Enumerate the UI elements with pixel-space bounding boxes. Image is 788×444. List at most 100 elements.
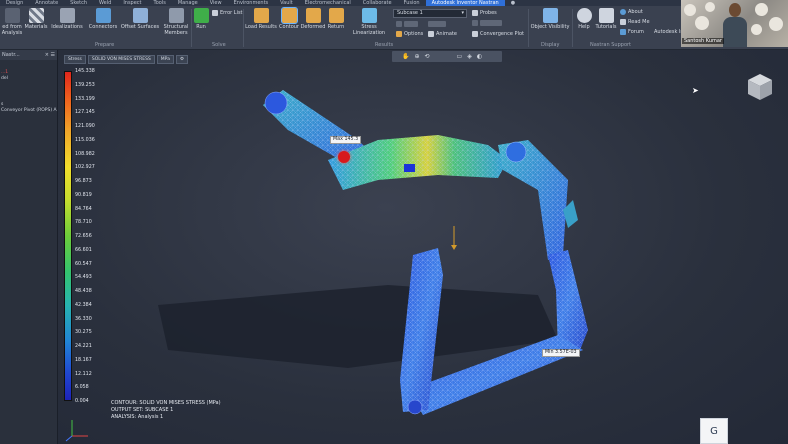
- stress-linearization-button[interactable]: Stress Linearization: [346, 8, 392, 36]
- load-results-button[interactable]: Load Results: [245, 8, 277, 30]
- info-icon: [620, 9, 626, 15]
- button-label: Materials: [24, 24, 48, 30]
- idealizations-icon: [59, 8, 75, 23]
- max-stress-marker: [338, 151, 350, 163]
- load-results-icon: [253, 8, 269, 23]
- connectors-icon: [95, 8, 111, 23]
- legend-value: 102.927: [75, 165, 95, 171]
- probes-button[interactable]: Probes: [472, 10, 497, 16]
- tool-icon: [472, 20, 478, 26]
- contour-button[interactable]: Contour: [278, 7, 300, 30]
- legend-value: 36.330: [75, 316, 92, 322]
- button-label: Contour: [279, 24, 299, 30]
- button-label: Structural Members: [163, 24, 189, 36]
- offset-surfaces-button[interactable]: Offset Surfaces: [120, 8, 160, 30]
- return-icon: [328, 8, 344, 23]
- read-me-button[interactable]: Read Me: [620, 19, 650, 25]
- browser-controls[interactable]: × ☰: [45, 52, 55, 58]
- button-label: Load Results: [245, 24, 277, 30]
- analysis-info: ANALYSIS: Analysis 1: [111, 414, 164, 420]
- materials-button[interactable]: Materials: [24, 8, 48, 30]
- return-button[interactable]: Return: [327, 8, 345, 30]
- legend-value: 54.493: [75, 275, 92, 281]
- error-list-button[interactable]: Error List: [212, 10, 243, 16]
- tool-icon: [396, 21, 402, 27]
- error-list-icon: [212, 10, 218, 16]
- app-window: Design Annotate Sketch Weld Inspect Tools Mana…: [0, 0, 788, 444]
- browser-header: Nastr... × ☰: [0, 50, 57, 60]
- run-button[interactable]: Run: [192, 8, 210, 30]
- start-from-analysis-button[interactable]: ed from Analysis: [0, 8, 24, 36]
- axis-triad-icon: [65, 420, 88, 442]
- autodesk-label: Autodesk In: [654, 29, 684, 35]
- button-label: Run: [196, 24, 206, 30]
- tutorials-button[interactable]: Tutorials: [594, 8, 618, 30]
- ribbon-separator: [528, 9, 529, 47]
- stress-linearization-icon: [361, 8, 377, 23]
- fea-model-view[interactable]: [58, 50, 788, 444]
- offset-surfaces-icon: [132, 8, 148, 23]
- background-ball: [705, 2, 715, 12]
- deformed-button[interactable]: Deformed: [301, 8, 325, 30]
- stress-legend-bar: [64, 71, 72, 401]
- animate-button[interactable]: Animate: [428, 31, 457, 37]
- fea-pivot-bore: [264, 91, 288, 115]
- convergence-plot-label: Convergence Plot: [480, 31, 524, 37]
- subcase-dropdown[interactable]: Subcase 1: [393, 9, 467, 18]
- forum-button[interactable]: Forum: [620, 29, 644, 35]
- legend-value: 42.384: [75, 302, 92, 308]
- structural-members-icon: [168, 8, 184, 23]
- graphics-viewport[interactable]: Stress SOLID VON MISES STRESS MPa ⚙ ✋ ⊕ …: [58, 50, 788, 444]
- legend-value: 24.221: [75, 344, 92, 349]
- ribbon-separator: [572, 9, 573, 47]
- button-label: Object Visibility: [530, 24, 570, 30]
- max-stress-label: Max 145.3: [330, 136, 362, 144]
- legend-value: 133.199: [75, 96, 95, 102]
- presenter-name: Santosh Kumar: [682, 38, 724, 44]
- probes-label: Probes: [480, 10, 497, 16]
- forum-icon: [620, 29, 626, 35]
- disabled-tool-3: [472, 20, 502, 26]
- legend-value: 48.438: [75, 289, 92, 294]
- output-set-info: OUTPUT SET: SUBCASE 1: [111, 407, 174, 413]
- autodesk-link[interactable]: Autodesk In: [654, 29, 684, 35]
- legend-value: 90.819: [75, 192, 92, 198]
- document-icon: [620, 19, 626, 25]
- forum-label: Forum: [628, 29, 644, 35]
- legend-value: 84.764: [75, 206, 92, 212]
- group-label-nastran-support: Nastran Support: [590, 42, 632, 48]
- browser-item[interactable]: Conveyor Pivot (ROPS) A: [0, 108, 57, 114]
- run-icon: [193, 8, 209, 23]
- legend-value: 96.873: [75, 179, 92, 184]
- button-label: Tutorials: [595, 24, 617, 30]
- connectors-button[interactable]: Connectors: [87, 8, 119, 30]
- about-button[interactable]: About: [620, 9, 643, 15]
- animate-label: Animate: [436, 31, 457, 37]
- legend-value: 115.036: [75, 137, 95, 143]
- options-button[interactable]: Options: [396, 31, 423, 37]
- button-label: Idealizations: [51, 24, 83, 30]
- stress-legend-labels: 145.338 139.253 133.199 127.145 121.090 115.0…: [75, 69, 115, 404]
- help-button[interactable]: Help: [574, 8, 594, 30]
- structural-members-button[interactable]: Structural Members: [162, 8, 190, 36]
- object-visibility-button[interactable]: Object Visibility: [530, 8, 570, 30]
- constraint-marker: [404, 164, 415, 172]
- legend-value: 60.547: [75, 261, 92, 267]
- background-ball: [751, 24, 762, 35]
- button-label: Stress Linearization: [352, 24, 386, 36]
- group-label-results: Results: [375, 42, 394, 48]
- button-label: Connectors: [88, 24, 118, 30]
- object-visibility-icon: [542, 8, 558, 23]
- convergence-plot-button[interactable]: Convergence Plot: [472, 31, 524, 37]
- error-list-label: Error List: [220, 10, 243, 16]
- legend-value: 108.982: [75, 151, 95, 157]
- contour-info: CONTOUR: SOLID VON MISES STRESS (MPa): [111, 400, 221, 406]
- g-button[interactable]: G: [700, 418, 728, 444]
- read-me-label: Read Me: [628, 19, 650, 25]
- webcam-overlay: Santosh Kumar: [681, 0, 788, 47]
- idealizations-button[interactable]: Idealizations: [50, 8, 84, 30]
- presenter-torso: [723, 17, 747, 47]
- legend-value: 66.601: [75, 247, 92, 253]
- presenter: [723, 3, 747, 47]
- group-label-display: Display: [541, 42, 560, 48]
